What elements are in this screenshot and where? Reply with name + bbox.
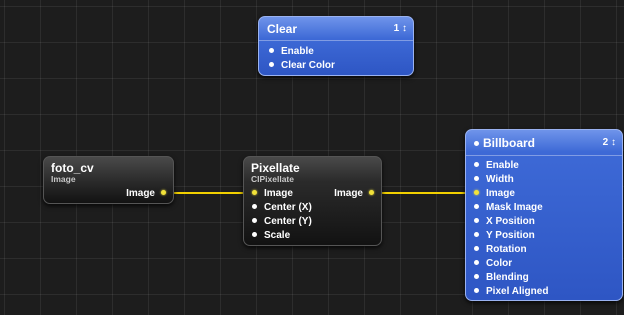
clear-input-clear-color[interactable]: Clear Color	[269, 59, 335, 73]
input-port-icon[interactable]	[252, 203, 257, 209]
pixellate-input-center-y[interactable]: Center (Y)	[252, 215, 312, 229]
billboard-status-icon	[474, 141, 479, 146]
billboard-input-rotation[interactable]: Rotation	[474, 243, 527, 257]
input-port-icon[interactable]	[474, 287, 479, 293]
input-port-icon[interactable]	[474, 161, 479, 167]
input-port-icon[interactable]	[269, 47, 274, 53]
input-port-icon[interactable]	[474, 189, 479, 195]
pixellate-subtitle: CIPixellate	[251, 174, 294, 184]
billboard-input-x-position[interactable]: X Position	[474, 215, 535, 229]
foto-cv-title: foto_cv	[51, 161, 94, 175]
billboard-patch[interactable]: Billboard 2 ↕ Enable Width Image Mask Im…	[465, 129, 623, 301]
input-port-icon[interactable]	[252, 217, 257, 223]
billboard-input-mask-image[interactable]: Mask Image	[474, 201, 543, 215]
pixellate-input-center-x[interactable]: Center (X)	[252, 201, 312, 215]
input-port-icon[interactable]	[474, 259, 479, 265]
foto-cv-output-image[interactable]: Image	[126, 187, 166, 201]
input-port-icon[interactable]	[474, 273, 479, 279]
billboard-input-width[interactable]: Width	[474, 173, 514, 187]
pixellate-input-scale[interactable]: Scale	[252, 229, 290, 243]
billboard-input-enable[interactable]: Enable	[474, 159, 519, 173]
pixellate-title: Pixellate	[251, 161, 300, 175]
foto-cv-patch[interactable]: foto_cv Image Image	[43, 156, 174, 204]
clear-patch[interactable]: Clear 1 ↕ Enable Clear Color	[258, 16, 414, 76]
input-port-icon[interactable]	[474, 231, 479, 237]
input-port-icon[interactable]	[474, 175, 479, 181]
clear-patch-badge[interactable]: 1 ↕	[394, 23, 407, 34]
input-port-icon[interactable]	[474, 217, 479, 223]
output-port-icon[interactable]	[369, 189, 374, 195]
output-port-icon[interactable]	[161, 189, 166, 195]
clear-patch-title: Clear	[267, 22, 298, 36]
billboard-input-y-position[interactable]: Y Position	[474, 229, 535, 243]
billboard-title: Billboard	[483, 136, 536, 150]
clear-input-enable[interactable]: Enable	[269, 45, 314, 59]
input-port-icon[interactable]	[252, 231, 257, 237]
pixellate-output-image[interactable]: Image	[334, 187, 374, 201]
billboard-input-blending[interactable]: Blending	[474, 271, 529, 285]
input-port-icon[interactable]	[474, 203, 479, 209]
input-port-icon[interactable]	[269, 61, 274, 67]
billboard-input-pixel-aligned[interactable]: Pixel Aligned	[474, 285, 548, 299]
billboard-badge[interactable]: 2 ↕	[603, 137, 616, 148]
foto-cv-subtitle: Image	[51, 174, 76, 184]
billboard-input-color[interactable]: Color	[474, 257, 512, 271]
pixellate-input-image[interactable]: Image	[252, 187, 293, 201]
billboard-input-image[interactable]: Image	[474, 187, 515, 201]
input-port-icon[interactable]	[474, 245, 479, 251]
pixellate-patch[interactable]: Pixellate CIPixellate Image Center (X) C…	[243, 156, 382, 246]
input-port-icon[interactable]	[252, 189, 257, 195]
